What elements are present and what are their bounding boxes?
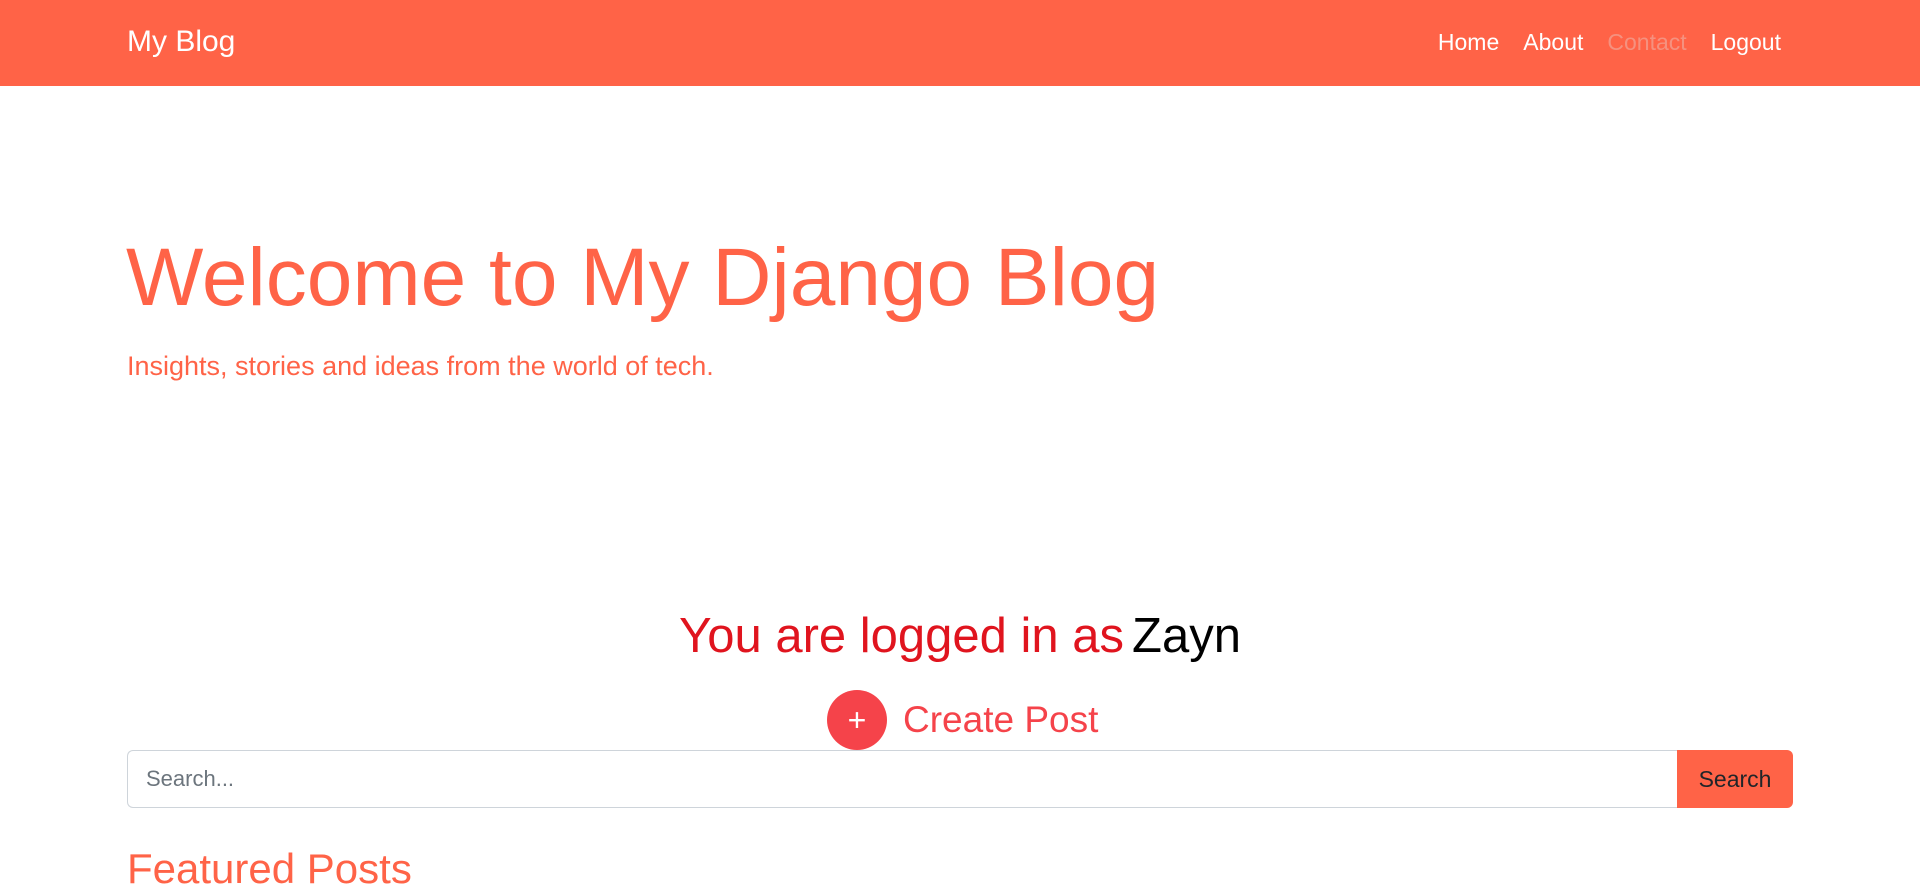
nav-link-home[interactable]: Home [1438,27,1499,57]
login-status-prefix: You are logged in as [679,609,1125,663]
username: Zayn [1132,609,1241,663]
nav-link-about[interactable]: About [1523,27,1583,57]
top-navbar: My Blog Home About Contact Logout [0,0,1920,86]
hero-title: Welcome to My Django Blog [126,232,1160,323]
search-button[interactable]: Search [1677,750,1793,808]
search-form: Search [127,750,1793,808]
login-status: You are logged in as Zayn [0,604,1920,668]
featured-posts-heading: Featured Posts [127,845,412,892]
brand-link[interactable]: My Blog [127,24,235,60]
create-post-label: Create Post [903,699,1099,740]
nav-link-contact[interactable]: Contact [1607,27,1686,57]
nav-link-logout[interactable]: Logout [1711,27,1781,57]
search-input[interactable] [127,750,1677,808]
plus-icon: + [827,690,887,750]
hero-subtitle: Insights, stories and ideas from the wor… [127,351,714,381]
create-post-button[interactable]: + Create Post [827,690,1098,750]
nav-links: Home About Contact Logout [1438,27,1781,57]
